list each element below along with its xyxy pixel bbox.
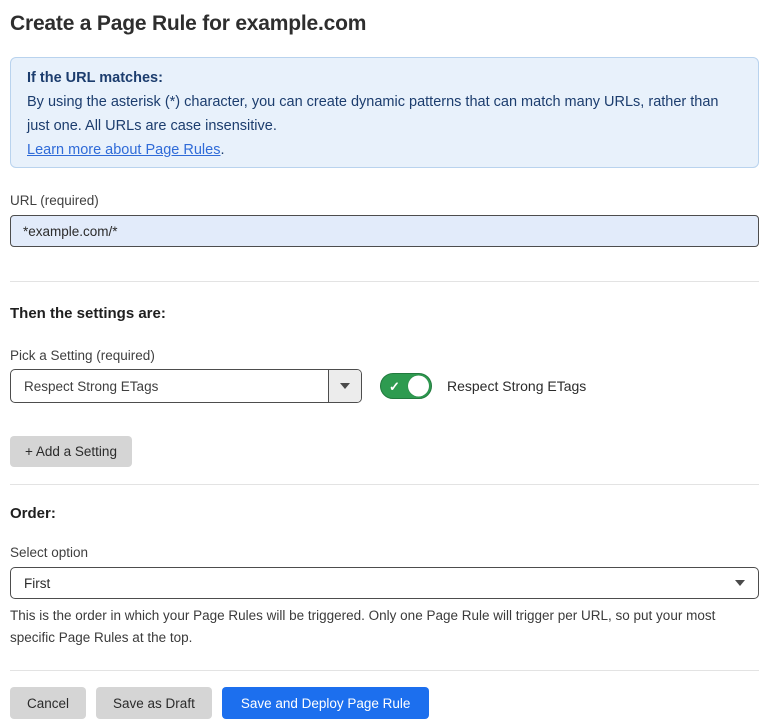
save-draft-button[interactable]: Save as Draft: [96, 687, 212, 719]
order-select-value: First: [24, 576, 735, 591]
setting-row: Respect Strong ETags ✓ Respect Strong ET…: [10, 369, 759, 403]
chevron-down-icon: [735, 580, 745, 586]
setting-select-arrow-button[interactable]: [328, 370, 361, 402]
page-title: Create a Page Rule for example.com: [10, 12, 759, 36]
url-input[interactable]: [10, 215, 759, 247]
url-field-label: URL (required): [10, 193, 759, 208]
chevron-down-icon: [340, 383, 350, 389]
setting-select[interactable]: Respect Strong ETags: [10, 369, 362, 403]
save-deploy-button[interactable]: Save and Deploy Page Rule: [222, 687, 430, 719]
toggle-knob: [408, 376, 429, 397]
page-rule-form: Create a Page Rule for example.com If th…: [0, 0, 769, 719]
divider: [10, 484, 759, 485]
setting-select-value: Respect Strong ETags: [11, 370, 328, 402]
pick-setting-label: Pick a Setting (required): [10, 348, 759, 363]
url-match-info-box: If the URL matches: By using the asteris…: [10, 57, 759, 168]
footer-actions: Cancel Save as Draft Save and Deploy Pag…: [10, 687, 759, 719]
etags-toggle-label: Respect Strong ETags: [447, 378, 586, 394]
cancel-button[interactable]: Cancel: [10, 687, 86, 719]
divider: [10, 281, 759, 282]
order-section-heading: Order:: [10, 505, 759, 522]
order-select-label: Select option: [10, 545, 759, 560]
info-box-heading: If the URL matches:: [27, 66, 742, 90]
learn-more-link[interactable]: Learn more about Page Rules: [27, 142, 220, 158]
link-period: .: [220, 142, 224, 158]
etags-toggle[interactable]: ✓: [380, 373, 432, 399]
divider: [10, 670, 759, 671]
order-help-text: This is the order in which your Page Rul…: [10, 605, 759, 649]
info-box-body: By using the asterisk (*) character, you…: [27, 90, 742, 138]
add-setting-button[interactable]: + Add a Setting: [10, 436, 132, 467]
check-icon: ✓: [389, 380, 400, 393]
settings-section-heading: Then the settings are:: [10, 305, 759, 322]
order-select[interactable]: First: [10, 567, 759, 599]
info-link-line: Learn more about Page Rules.: [27, 138, 742, 162]
